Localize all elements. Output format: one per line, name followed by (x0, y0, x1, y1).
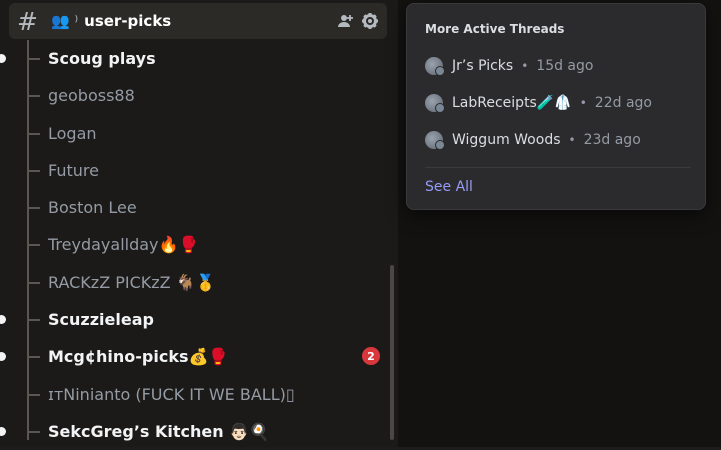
thread-item[interactable]: Scoug plays (0, 40, 398, 77)
active-thread-name: LabReceipts🧪🥼 (452, 95, 572, 111)
thread-item[interactable]: Logan (0, 115, 398, 152)
thread-name: SekcGreg’s Kitchen 👨🏻🍳 (48, 421, 270, 441)
active-thread-item[interactable]: LabReceipts🧪🥼 • 22d ago (425, 91, 652, 115)
sidebar-scrollbar[interactable] (390, 265, 394, 440)
thread-branch-line (28, 58, 40, 60)
thread-item[interactable]: Future (0, 152, 398, 189)
channel-header[interactable]: # 👥 ⁾ user-picks (9, 3, 387, 39)
thread-list: Scoug plays geoboss88 Logan Future Boston Le… (0, 40, 398, 450)
see-all-link[interactable]: See All (425, 179, 473, 195)
thread-item[interactable]: Treydayallday🔥🥊 (0, 226, 398, 263)
mention-badge: 2 (362, 347, 380, 366)
unread-indicator (0, 54, 6, 63)
avatar (425, 94, 445, 113)
unread-indicator (0, 315, 6, 325)
active-thread-name: Jr’s Picks (452, 58, 514, 74)
thread-name: Scuzzieleap (48, 310, 154, 330)
unread-indicator (0, 352, 6, 362)
separator-dot: • (521, 59, 529, 73)
channel-sidebar: # 👥 ⁾ user-picks Scoug plays geoboss88 Log… (0, 0, 398, 447)
separator-dot: • (579, 96, 587, 110)
thread-item[interactable]: ɪᴛNinianto (FUCK IT WE BALL)▯ (0, 376, 398, 413)
thread-branch-line (28, 169, 40, 172)
popout-title: More Active Threads (425, 22, 565, 36)
gear-icon[interactable] (361, 12, 379, 34)
active-thread-item[interactable]: Wiggum Woods • 23d ago (425, 128, 641, 152)
thread-branch-line (28, 393, 40, 396)
channel-emoji: 👥 ⁾ (51, 12, 79, 30)
active-thread-age: 22d ago (594, 95, 652, 111)
avatar (425, 57, 445, 76)
avatar (425, 131, 445, 150)
divider (425, 167, 691, 168)
thread-branch-line (28, 430, 40, 433)
thread-branch-line (28, 281, 40, 284)
thread-name: Future (48, 160, 99, 180)
thread-name: Treydayallday🔥🥊 (48, 235, 199, 255)
active-thread-item[interactable]: Jr’s Picks • 15d ago (425, 54, 593, 78)
thread-name: RACKzZ PICKzZ 🐐🥇 (48, 272, 216, 292)
thread-name: Scoug plays (48, 49, 156, 68)
thread-branch-line (28, 207, 40, 210)
thread-branch-line (28, 356, 40, 359)
thread-name: Mcg¢hino-picks💰🥊 (48, 347, 229, 367)
separator-dot: • (568, 133, 576, 147)
thread-branch-line (28, 132, 40, 135)
thread-item[interactable]: Scuzzieleap (0, 301, 398, 338)
hashtag-icon: # (17, 6, 38, 36)
thread-item[interactable]: SekcGreg’s Kitchen 👨🏻🍳 (0, 413, 398, 450)
active-thread-name: Wiggum Woods (452, 132, 561, 148)
thread-branch-line (28, 95, 40, 98)
thread-name: Boston Lee (48, 198, 137, 218)
thread-name: Logan (48, 123, 97, 143)
channel-name: user-picks (84, 12, 172, 30)
unread-indicator (0, 426, 6, 436)
threads-people-icon[interactable] (337, 12, 355, 34)
active-thread-age: 23d ago (583, 132, 641, 148)
active-threads-popout: More Active Threads Jr’s Picks • 15d ago… (406, 3, 706, 210)
thread-branch-line (28, 244, 40, 247)
thread-branch-line (28, 319, 40, 322)
thread-item[interactable]: RACKzZ PICKzZ 🐐🥇 (0, 264, 398, 301)
active-thread-age: 15d ago (536, 58, 594, 74)
thread-name: geoboss88 (48, 86, 135, 106)
thread-name: ɪᴛNinianto (FUCK IT WE BALL)▯ (48, 384, 295, 404)
thread-item[interactable]: Mcg¢hino-picks💰🥊 2 (0, 338, 398, 375)
thread-item[interactable]: geoboss88 (0, 77, 398, 114)
thread-item[interactable]: Boston Lee (0, 189, 398, 226)
